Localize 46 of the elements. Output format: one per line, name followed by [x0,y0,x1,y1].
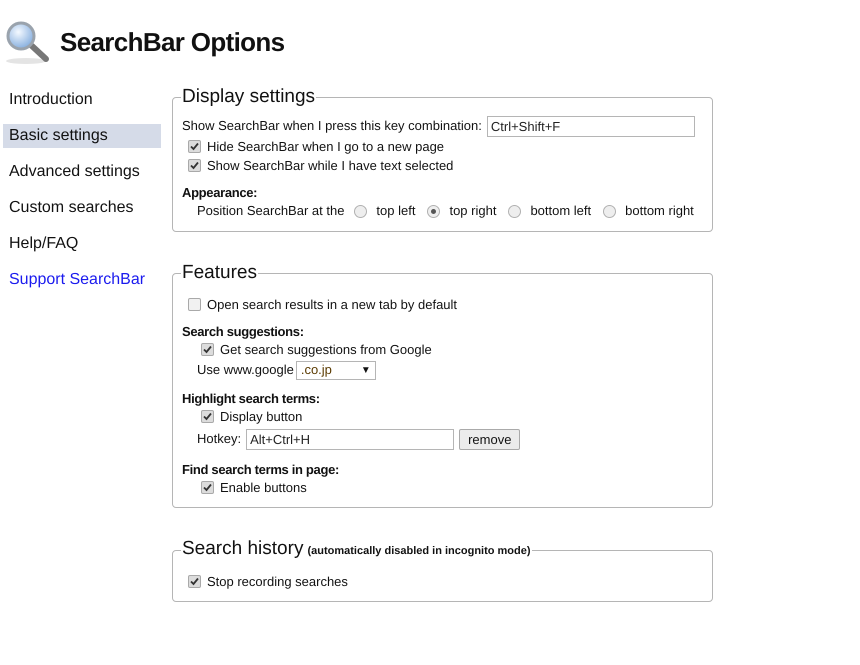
checkbox[interactable] [188,575,201,588]
checkbox[interactable] [188,298,201,311]
radio-label: top right [449,202,496,220]
checkbox[interactable] [188,140,201,153]
input-field[interactable]: Ctrl+Shift+F [486,116,695,136]
field-label: Use www.google [197,361,294,380]
group-heading: Highlight search terms: [182,391,321,407]
section-title: Display settings [182,86,316,107]
sidebar-item[interactable]: Introduction [3,88,161,112]
section-title: Search history [182,538,304,559]
checkbox-label: Enable buttons [220,478,307,497]
checkbox[interactable] [201,410,214,423]
checkbox[interactable] [201,343,214,356]
magnifier-icon [4,20,50,64]
sidebar-item[interactable]: Basic settings [3,124,161,148]
sidebar-item[interactable]: Help/FAQ [3,232,161,256]
checkbox-label: Display button [220,408,302,426]
group-heading: Find search terms in page: [182,462,340,478]
group-heading: Search suggestions: [182,324,305,340]
sidebar-item[interactable]: Custom searches [3,196,161,220]
radio-label: top left [376,202,416,220]
radio-button[interactable] [427,204,440,218]
checkbox[interactable] [201,481,214,494]
radio-button[interactable] [508,204,522,218]
checkbox-label: Stop recording searches [207,572,348,591]
page-title: SearchBar Options [60,26,284,58]
section-title: Features [182,262,257,283]
support-link[interactable]: Support SearchBar [3,268,161,292]
checkbox-label: Show SearchBar while I have text selected [207,156,454,175]
remove-button[interactable]: remove [459,428,520,450]
checkbox-label: Get search suggestions from Google [220,340,432,359]
checkbox-label: Hide SearchBar when I go to a new page [207,138,444,156]
checkbox-label: Open search results in a new tab by default [207,296,458,314]
sidebar-item[interactable]: Advanced settings [3,160,161,184]
radio-group-label: Position SearchBar at the [197,202,344,220]
input-field[interactable]: Alt+Ctrl+H [246,428,454,450]
field-label: Show SearchBar when I press this key combination: [182,117,482,136]
radio-label: bottom right [625,202,694,220]
radio-label: bottom left [530,202,592,220]
field-label: Hotkey: [197,430,242,448]
group-heading: Appearance: [182,185,258,201]
checkbox[interactable] [188,159,201,172]
radio-button[interactable] [354,204,368,218]
section-note: (automatically disabled in incognito mode) [307,545,531,557]
radio-button[interactable] [603,204,616,218]
domain-dropdown[interactable]: .co.jp ▼ [296,360,376,380]
